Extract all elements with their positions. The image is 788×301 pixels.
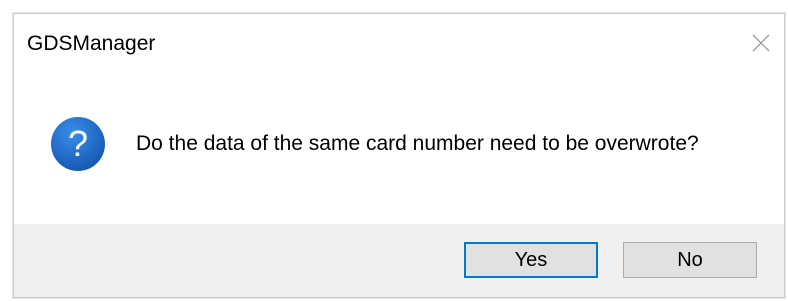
close-icon — [752, 34, 770, 52]
question-glyph: ? — [68, 123, 88, 164]
dialog-content: ? Do the data of the same card number ne… — [14, 74, 784, 224]
message-text: Do the data of the same card number need… — [136, 132, 699, 155]
message-dialog: GDSManager ? Do the data of the same car… — [13, 13, 785, 298]
close-button[interactable] — [738, 14, 784, 72]
no-button[interactable]: No — [623, 242, 757, 278]
yes-button[interactable]: Yes — [464, 242, 598, 278]
title-bar[interactable]: GDSManager — [14, 14, 784, 74]
button-bar: Yes No — [14, 224, 784, 297]
question-icon: ? — [51, 117, 105, 171]
window-title: GDSManager — [27, 32, 156, 55]
